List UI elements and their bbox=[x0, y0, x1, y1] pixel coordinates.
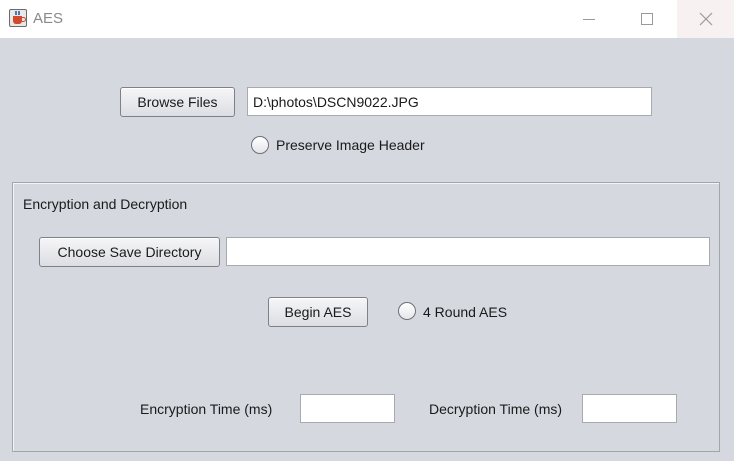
decryption-time-field[interactable] bbox=[582, 394, 677, 423]
minimize-icon bbox=[583, 18, 595, 20]
maximize-button[interactable] bbox=[618, 0, 676, 38]
encryption-panel: Encryption and Decryption Choose Save Di… bbox=[12, 182, 720, 452]
preserve-header-radio[interactable] bbox=[251, 136, 269, 154]
java-cup-icon bbox=[9, 9, 27, 27]
title-bar: AES bbox=[0, 0, 734, 38]
content-pane: Browse Files Preserve Image Header Encry… bbox=[0, 38, 734, 461]
begin-aes-button[interactable]: Begin AES bbox=[268, 297, 368, 327]
close-button[interactable] bbox=[677, 0, 734, 38]
window-title: AES bbox=[33, 10, 64, 27]
four-round-aes-label: 4 Round AES bbox=[423, 304, 508, 320]
preserve-header-label: Preserve Image Header bbox=[276, 137, 425, 153]
panel-title: Encryption and Decryption bbox=[23, 196, 188, 212]
close-icon bbox=[699, 12, 712, 26]
encryption-time-field[interactable] bbox=[300, 394, 395, 423]
choose-save-directory-button[interactable]: Choose Save Directory bbox=[39, 237, 220, 267]
browse-files-button[interactable]: Browse Files bbox=[120, 87, 235, 117]
encryption-time-label: Encryption Time (ms) bbox=[140, 401, 273, 417]
save-directory-field[interactable] bbox=[226, 237, 710, 266]
maximize-icon bbox=[641, 13, 653, 25]
four-round-aes-radio[interactable] bbox=[398, 302, 416, 320]
minimize-button[interactable] bbox=[560, 0, 618, 38]
file-path-field[interactable] bbox=[247, 87, 652, 116]
decryption-time-label: Decryption Time (ms) bbox=[429, 401, 563, 417]
